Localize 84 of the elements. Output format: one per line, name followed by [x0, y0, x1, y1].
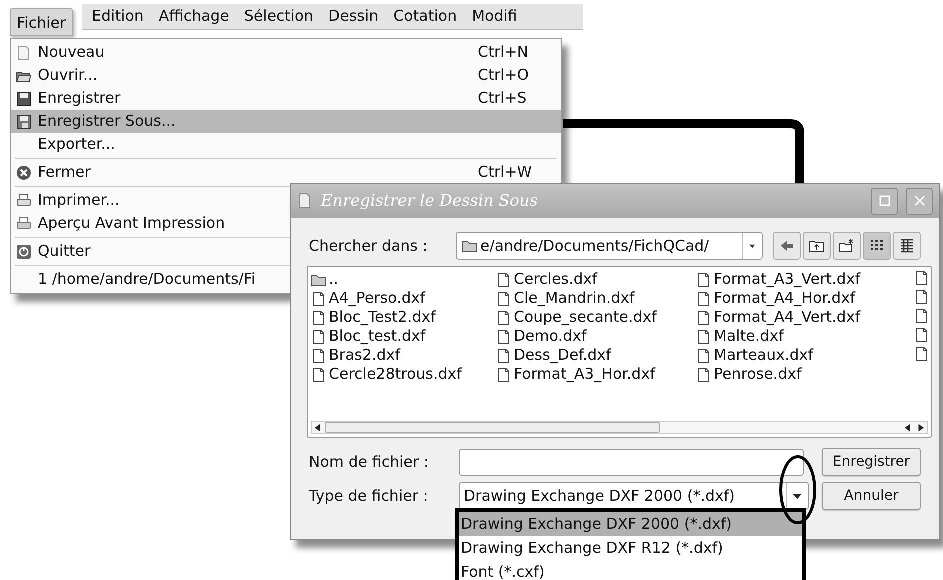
file-item[interactable]: Bras2.dxf — [311, 346, 496, 365]
file-item[interactable]: Penrose.dxf — [696, 365, 914, 384]
file-icon — [696, 366, 712, 382]
menu-entry[interactable]: Exporter... — [11, 133, 561, 156]
dropdown-option[interactable]: Font (*.cxf) — [459, 560, 802, 580]
file-icon — [696, 348, 712, 364]
maximize-icon — [878, 195, 890, 207]
file-icon — [696, 310, 712, 326]
file-icon — [496, 272, 512, 288]
close-button[interactable] — [906, 188, 933, 214]
file-item[interactable]: Format_A3_Vert.dxf — [696, 270, 914, 289]
file-icon — [311, 290, 327, 306]
save-button[interactable]: Enregistrer — [822, 448, 921, 476]
maximize-button[interactable] — [871, 188, 898, 214]
parent-folder-button[interactable] — [803, 232, 831, 260]
file-item[interactable]: Cercles.dxf — [496, 270, 696, 289]
new-folder-icon — [839, 238, 855, 254]
menu-entry[interactable]: Enregistrer Ctrl+S — [11, 87, 561, 110]
dropdown-option[interactable]: Drawing Exchange DXF 2000 (*.dxf) — [459, 512, 802, 536]
close-icon — [914, 195, 926, 207]
power-icon — [16, 244, 32, 260]
menu-entry[interactable]: Nouveau Ctrl+N — [11, 41, 561, 64]
window-title: Enregistrer le Dessin Sous — [321, 190, 539, 212]
page-icon — [16, 44, 32, 60]
file-icon — [311, 348, 327, 364]
document-icon — [297, 192, 313, 210]
file-item[interactable]: Marteaux.dxf — [696, 346, 914, 365]
file-name-field[interactable] — [459, 448, 804, 476]
field-label: Type de fichier : — [309, 486, 430, 507]
shortcut-text: Ctrl+W — [478, 162, 534, 184]
file-item[interactable]: Dess_Def.dxf — [496, 346, 696, 365]
file-icon — [496, 348, 512, 364]
path-combo-box[interactable]: e/andre/Documents/FichQCad/ — [456, 232, 763, 260]
scroll-thumb[interactable] — [325, 422, 660, 433]
list-view-button[interactable] — [863, 232, 891, 260]
file-item[interactable]: Bloc_test.dxf — [311, 327, 496, 346]
file-icon — [496, 366, 512, 382]
file-item[interactable]: Format_A3_Hor.dxf — [496, 365, 696, 384]
file-icon — [311, 366, 327, 382]
file-item[interactable]: Cercle28trous.dxf — [311, 365, 496, 384]
file-item[interactable]: Demo.dxf — [496, 327, 696, 346]
field-label: Chercher dans : — [309, 236, 429, 257]
close-icon — [16, 164, 32, 180]
file-icon — [311, 310, 327, 326]
file-icon — [696, 272, 712, 288]
menu-item[interactable]: Fichier — [10, 8, 74, 36]
menu-item[interactable]: Cotation — [394, 5, 458, 28]
left-arrow-icon — [779, 238, 795, 254]
field-label: Nom de fichier : — [309, 452, 430, 473]
file-item[interactable]: A4_Perso.dxf — [311, 289, 496, 308]
detail-view-icon — [899, 238, 915, 254]
file-icon — [696, 328, 712, 344]
file-icon — [496, 310, 512, 326]
menu-item[interactable]: Affichage — [158, 5, 230, 28]
file-icon — [696, 290, 712, 306]
file-item[interactable]: Malte.dxf — [696, 327, 914, 346]
menu-entry[interactable]: Fermer Ctrl+W — [11, 161, 561, 184]
menu-item[interactable]: Dessin — [328, 5, 379, 28]
shortcut-text: Ctrl+O — [478, 65, 530, 86]
file-item[interactable]: Bloc_Test2.dxf — [311, 308, 496, 327]
printer-icon — [16, 192, 32, 208]
new-folder-button[interactable] — [833, 232, 861, 260]
menu-item[interactable]: Edition — [92, 5, 144, 28]
cancel-button[interactable]: Annuler — [822, 482, 921, 510]
menu-entry[interactable]: Enregistrer Sous... — [11, 110, 561, 133]
printer-icon — [16, 216, 32, 232]
menu-entry[interactable]: Aperçu Avant Impression — [11, 212, 561, 235]
file-type-combo-box[interactable]: Drawing Exchange DXF 2000 (*.dxf) — [459, 482, 809, 510]
file-item[interactable]: Coupe_secante.dxf — [496, 308, 696, 327]
dropdown-option[interactable]: Drawing Exchange DXF R12 (*.dxf) — [459, 536, 802, 560]
shortcut-text: Ctrl+N — [478, 42, 530, 64]
file-icon — [496, 290, 512, 306]
shortcut-text: Ctrl+S — [478, 88, 528, 110]
file-item[interactable]: .. — [311, 270, 496, 289]
file-icon — [311, 328, 327, 344]
menu-entry[interactable]: Ouvrir... Ctrl+O — [11, 64, 561, 87]
file-icon — [496, 328, 512, 344]
menu-item[interactable]: Modifi — [472, 5, 518, 28]
file-item[interactable]: Format_A4_Vert.dxf — [696, 308, 914, 327]
detail-view-button[interactable] — [893, 232, 921, 260]
file-item[interactable]: Cle_Mandrin.dxf — [496, 289, 696, 308]
file-item[interactable]: Format_A4_Hor.dxf — [696, 289, 914, 308]
menu-item[interactable]: Sélection — [244, 5, 314, 28]
back-button[interactable] — [773, 232, 801, 260]
